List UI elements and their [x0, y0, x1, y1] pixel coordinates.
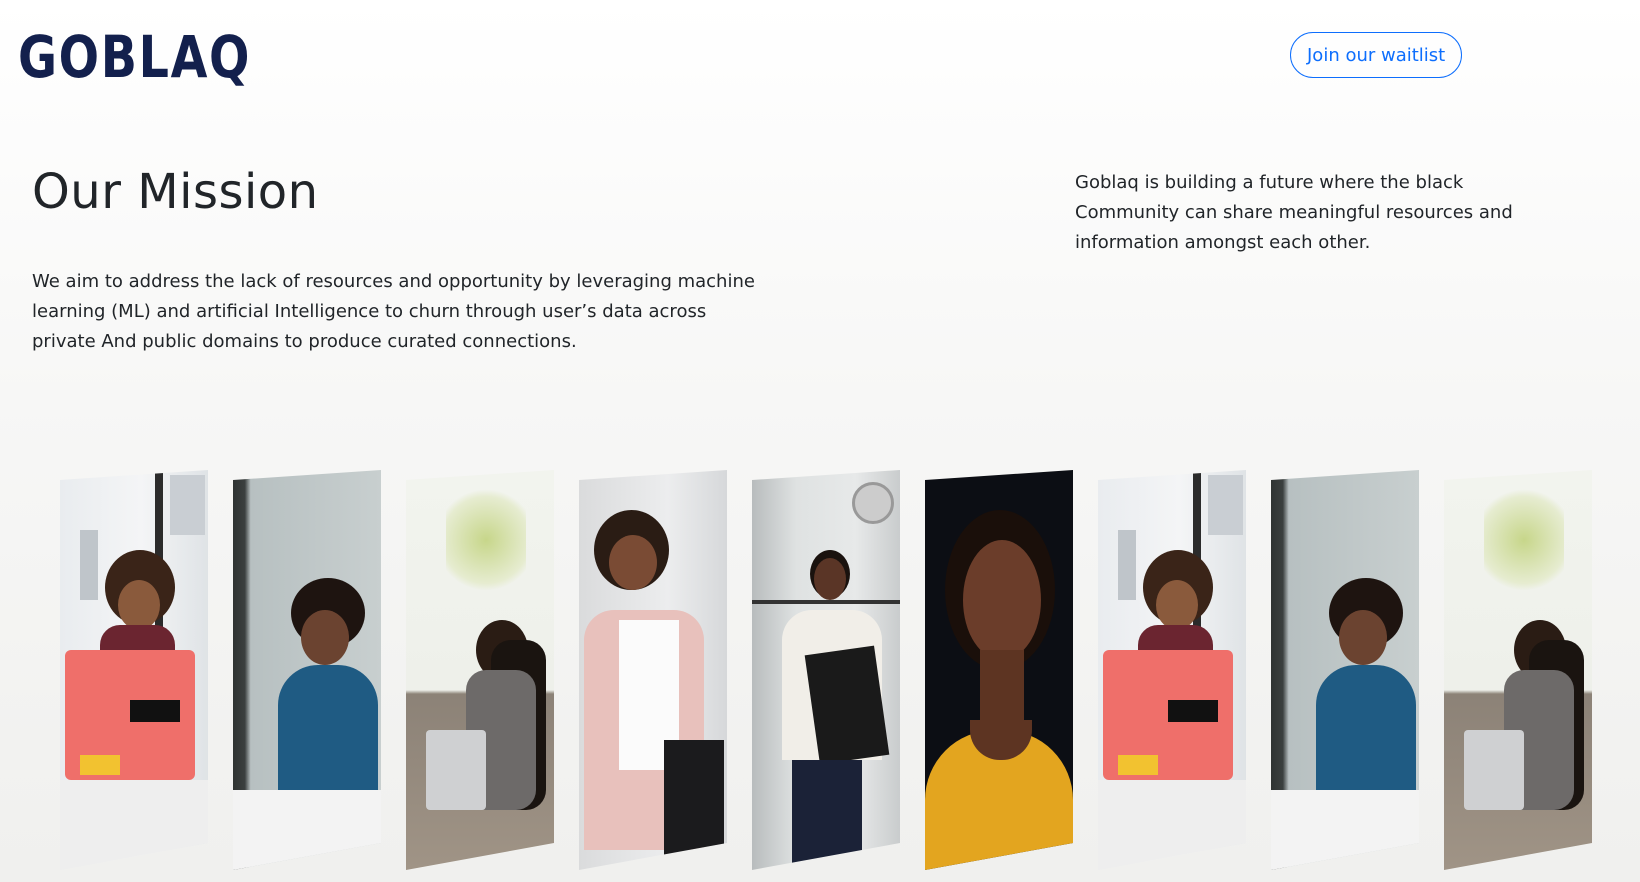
woman-smiling-phone-photo	[579, 470, 727, 870]
woman-on-sofa-laptop-photo	[1444, 470, 1592, 870]
logo-text: GOBLAQ	[18, 23, 252, 91]
woman-at-desk-photo	[233, 470, 381, 870]
join-waitlist-button[interactable]: Join our waitlist	[1290, 32, 1463, 78]
woman-with-laptop-phone-photo	[1098, 470, 1246, 870]
mission-heading: Our Mission	[32, 164, 319, 220]
woman-portrait-photo	[925, 470, 1073, 870]
woman-at-desk-photo	[1271, 470, 1419, 870]
woman-with-laptop-phone-photo	[60, 470, 208, 870]
vision-paragraph: Goblaq is building a future where the bl…	[1075, 172, 1513, 253]
woman-on-sofa-laptop-photo	[406, 470, 554, 870]
woman-holding-folders-photo	[752, 470, 900, 870]
photo-gallery	[60, 470, 1600, 870]
goblaq-logo[interactable]: GOBLAQ	[18, 28, 251, 86]
mission-paragraph: We aim to address the lack of resources …	[32, 271, 755, 352]
